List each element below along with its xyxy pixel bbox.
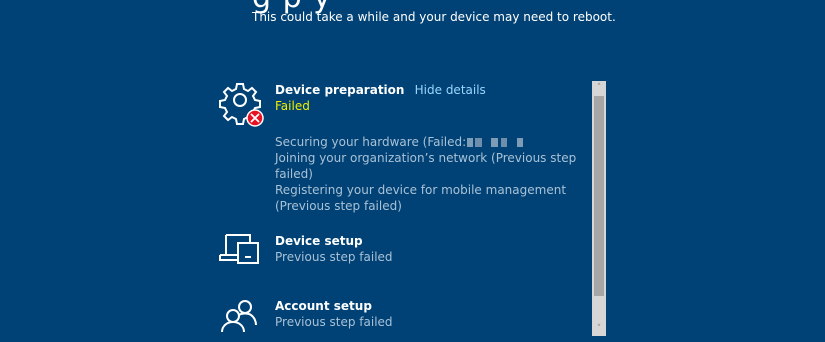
step-status: Previous step failed: [275, 250, 393, 264]
page-subtitle: This could take a while and your device …: [252, 10, 616, 24]
error-badge-icon: [246, 109, 264, 127]
scrollbar-thumb[interactable]: [594, 96, 604, 296]
step-status: Previous step failed: [275, 315, 393, 329]
gear-icon: [218, 82, 266, 127]
hide-details-link[interactable]: Hide details: [415, 83, 486, 97]
step-title: Account setup: [275, 299, 372, 313]
step-title: Device setup: [275, 234, 363, 248]
users-icon: [218, 298, 266, 342]
redacted-error-code: [467, 138, 526, 147]
detail-line: Securing your hardware (Failed:: [275, 134, 591, 150]
step-title: Device preparation: [275, 83, 405, 97]
detail-joining-network: Joining your organization’s network (Pre…: [275, 151, 577, 181]
detail-registering-device: Registering your device for mobile manag…: [275, 183, 567, 213]
step-details: Securing your hardware (Failed: Joining …: [275, 134, 591, 214]
scrollbar[interactable]: ˄ ˅: [592, 81, 606, 336]
detail-securing-hardware: Securing your hardware (Failed:: [275, 135, 467, 149]
devices-icon: [218, 233, 266, 277]
status-failed: Failed: [275, 99, 310, 113]
scroll-down-icon[interactable]: ˅: [592, 322, 606, 336]
scroll-up-icon[interactable]: ˄: [592, 81, 606, 95]
